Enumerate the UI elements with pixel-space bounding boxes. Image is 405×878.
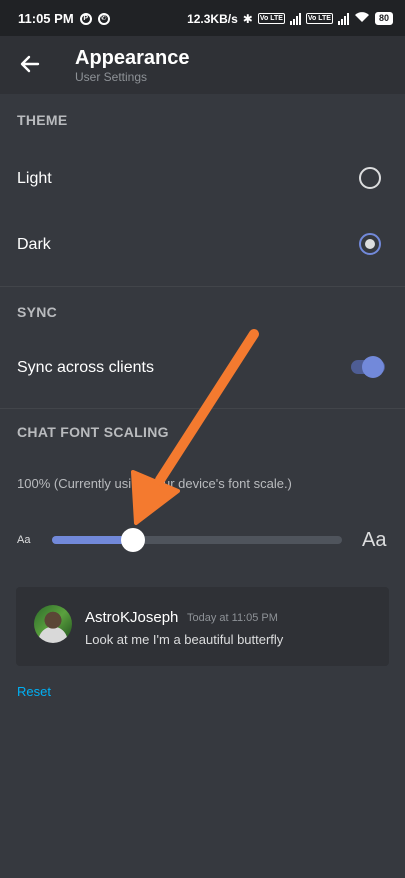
divider xyxy=(0,286,405,287)
font-scaling-heading: CHAT FONT SCALING xyxy=(17,424,169,440)
page-title: Appearance xyxy=(75,47,190,69)
font-size-small-label: Aa xyxy=(17,534,31,546)
sync-toggle[interactable] xyxy=(362,356,384,378)
sync-heading: SYNC xyxy=(17,304,58,320)
back-button[interactable] xyxy=(16,50,44,78)
theme-option-dark-radio[interactable] xyxy=(359,233,381,255)
theme-option-dark-label[interactable]: Dark xyxy=(17,236,51,254)
signal-icon xyxy=(289,12,301,25)
divider xyxy=(0,408,405,409)
status-bar: 11:05 PM P ✆ 12.3KB/s ✱ Vo LTE Vo LTE 80 xyxy=(0,0,405,36)
font-scaling-description: 100% (Currently using your device's font… xyxy=(17,476,292,491)
pinterest-icon: P xyxy=(79,12,92,25)
font-scale-slider-handle[interactable] xyxy=(121,528,146,552)
wifi-icon xyxy=(354,11,370,26)
volte-icon-2: Vo LTE xyxy=(305,13,333,24)
theme-heading: THEME xyxy=(17,112,68,128)
preview-username: AstroKJoseph xyxy=(85,609,179,626)
page-subtitle: User Settings xyxy=(75,70,148,84)
font-scale-slider[interactable] xyxy=(52,536,342,544)
battery-icon: 80 xyxy=(374,12,393,25)
avatar xyxy=(34,605,72,643)
sync-label: Sync across clients xyxy=(17,359,154,376)
network-speed: 12.3KB/s xyxy=(187,11,238,26)
theme-option-light-label[interactable]: Light xyxy=(17,170,52,188)
preview-message: Look at me I'm a beautiful butterfly xyxy=(85,632,284,647)
status-time: 11:05 PM xyxy=(18,11,74,26)
theme-option-light-radio[interactable] xyxy=(359,167,381,189)
font-size-large-label: Aa xyxy=(362,529,387,551)
message-preview: AstroKJoseph Today at 11:05 PM Look at m… xyxy=(16,587,389,666)
volte-icon: Vo LTE xyxy=(257,13,285,24)
whatsapp-icon: ✆ xyxy=(97,12,110,25)
preview-timestamp: Today at 11:05 PM xyxy=(187,612,278,624)
app-bar: Appearance User Settings xyxy=(0,36,405,94)
reset-link[interactable]: Reset xyxy=(17,684,51,699)
signal-icon-2 xyxy=(337,12,349,25)
arrow-left-icon xyxy=(20,55,40,73)
bluetooth-icon: ✱ xyxy=(242,11,253,26)
